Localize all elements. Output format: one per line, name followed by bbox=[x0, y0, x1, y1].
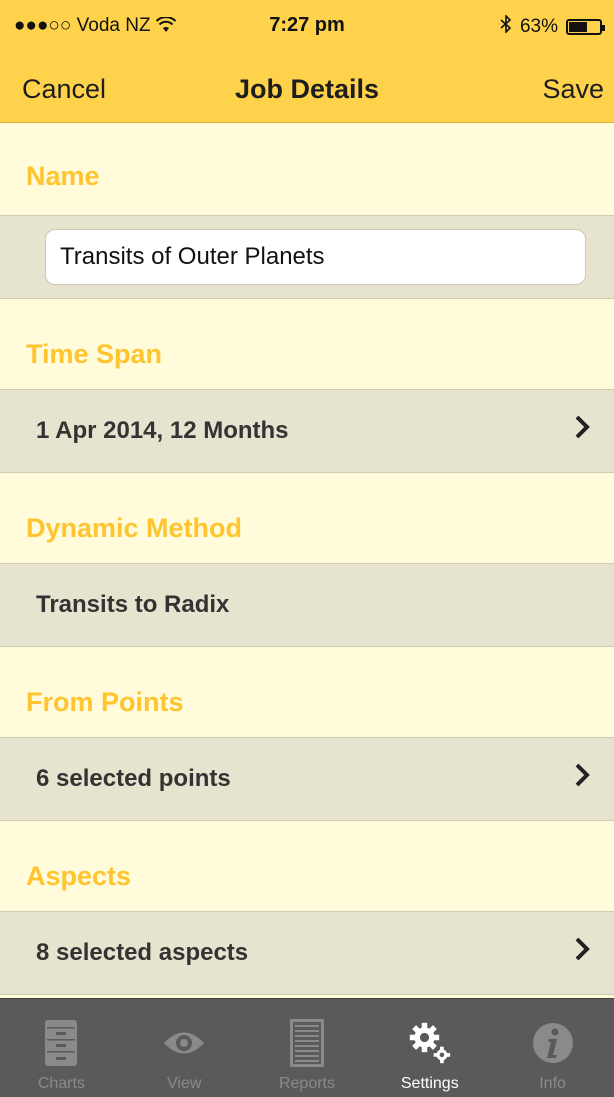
section-header-aspects: Aspects bbox=[0, 821, 614, 911]
gears-icon bbox=[408, 1017, 452, 1069]
tab-view[interactable]: View bbox=[123, 999, 246, 1097]
name-input[interactable] bbox=[45, 229, 586, 285]
section-header-from-points: From Points bbox=[0, 647, 614, 737]
aspects-row[interactable]: 8 selected aspects bbox=[0, 911, 614, 995]
name-row bbox=[0, 215, 614, 299]
job-details-form: Name Time Span 1 Apr 2014, 12 Months Dyn… bbox=[0, 123, 614, 1035]
section-header-dynamic-method: Dynamic Method bbox=[0, 473, 614, 563]
tab-label: Settings bbox=[400, 1075, 459, 1092]
from-points-row[interactable]: 6 selected points bbox=[0, 737, 614, 821]
eye-icon bbox=[162, 1017, 206, 1069]
battery-percent: 63% bbox=[519, 16, 558, 37]
cabinet-icon bbox=[39, 1017, 83, 1069]
from-points-value: 6 selected points bbox=[36, 765, 231, 792]
section-header-name: Name bbox=[0, 123, 614, 215]
document-icon bbox=[285, 1017, 329, 1069]
battery-icon bbox=[566, 19, 605, 35]
chevron-right-icon bbox=[574, 414, 590, 448]
tab-reports[interactable]: Reports bbox=[246, 999, 369, 1097]
tab-label: Reports bbox=[278, 1075, 335, 1092]
status-bar: ●●●○○ Voda NZ 7:27 pm 63% bbox=[0, 0, 614, 62]
dynamic-method-row[interactable]: Transits to Radix bbox=[0, 563, 614, 647]
aspects-value: 8 selected aspects bbox=[36, 939, 249, 966]
tab-label: Info bbox=[539, 1075, 566, 1092]
tab-settings[interactable]: Settings bbox=[368, 999, 491, 1097]
tab-charts[interactable]: Charts bbox=[0, 999, 123, 1097]
tab-label: Charts bbox=[37, 1075, 85, 1092]
tab-bar: Charts View Reports Settings Info bbox=[0, 998, 614, 1097]
time-span-value: 1 Apr 2014, 12 Months bbox=[36, 417, 289, 444]
page-title: Job Details bbox=[234, 74, 380, 104]
section-header-time-span: Time Span bbox=[0, 299, 614, 389]
navigation-bar: Cancel Job Details Save bbox=[0, 62, 614, 123]
save-button[interactable]: Save bbox=[542, 74, 604, 105]
chevron-right-icon bbox=[574, 762, 590, 796]
bluetooth-icon bbox=[500, 14, 512, 39]
tab-info[interactable]: Info bbox=[491, 999, 614, 1097]
tab-label: View bbox=[167, 1075, 202, 1092]
status-right: 63% bbox=[500, 14, 605, 39]
time-span-row[interactable]: 1 Apr 2014, 12 Months bbox=[0, 389, 614, 473]
dynamic-method-value: Transits to Radix bbox=[36, 591, 230, 618]
chevron-right-icon bbox=[574, 936, 590, 970]
info-icon bbox=[531, 1017, 575, 1069]
